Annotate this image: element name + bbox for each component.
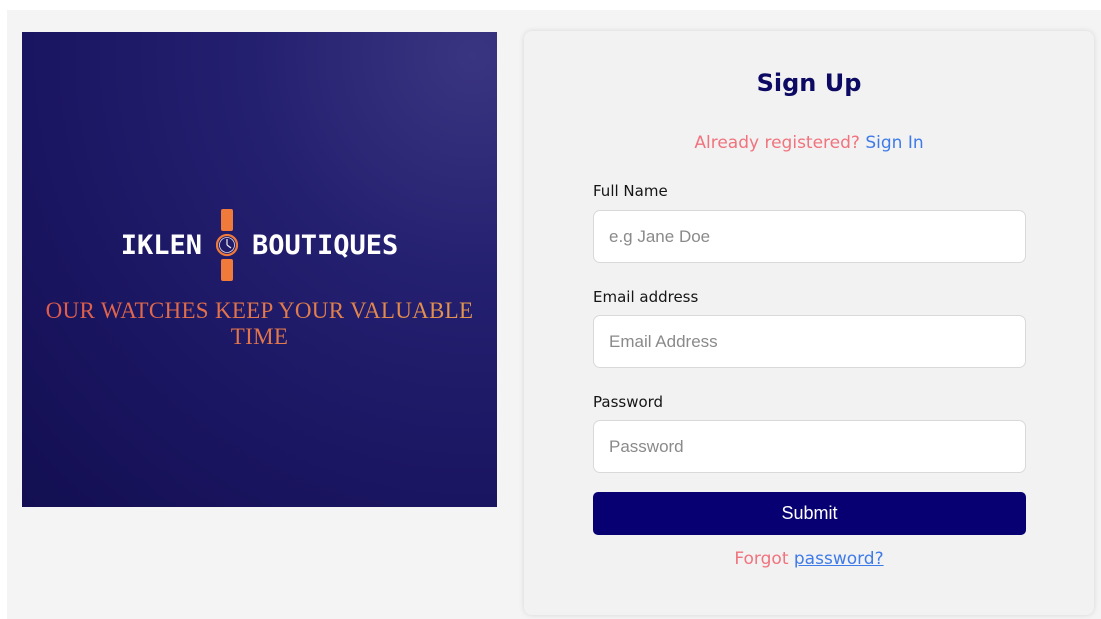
wristwatch-icon (215, 209, 238, 281)
forgot-password-link[interactable]: password? (794, 549, 884, 569)
forgot-text: Forgot (734, 549, 789, 569)
brand-logo: IKLEN BOUTIQUES (22, 209, 497, 281)
page-title: Sign Up (756, 69, 862, 97)
brand-name-left: IKLEN (120, 229, 202, 261)
brand-banner-image: IKLEN BOUTIQUES OUR WATCHES KEEP YOUR VA… (22, 32, 497, 507)
already-registered-text: Already registered? (694, 133, 860, 153)
email-label: Email address (593, 288, 699, 306)
email-input[interactable] (593, 315, 1026, 368)
forgot-password-row: Forgot password? (524, 549, 1094, 569)
password-input[interactable] (593, 420, 1026, 473)
full-name-input[interactable] (593, 210, 1026, 263)
full-name-label: Full Name (593, 182, 668, 200)
already-registered-row: Already registered? Sign In (524, 133, 1094, 153)
password-label: Password (593, 393, 664, 411)
brand-tagline: OUR WATCHES KEEP YOUR VALUABLE TIME (22, 298, 497, 350)
page-background: IKLEN BOUTIQUES OUR WATCHES KEEP YOUR VA… (7, 10, 1101, 619)
signup-card: Sign Up Already registered? Sign In Full… (524, 31, 1094, 615)
brand-name-right: BOUTIQUES (251, 229, 399, 261)
submit-button[interactable]: Submit (593, 492, 1026, 535)
sign-in-link[interactable]: Sign In (865, 133, 923, 153)
